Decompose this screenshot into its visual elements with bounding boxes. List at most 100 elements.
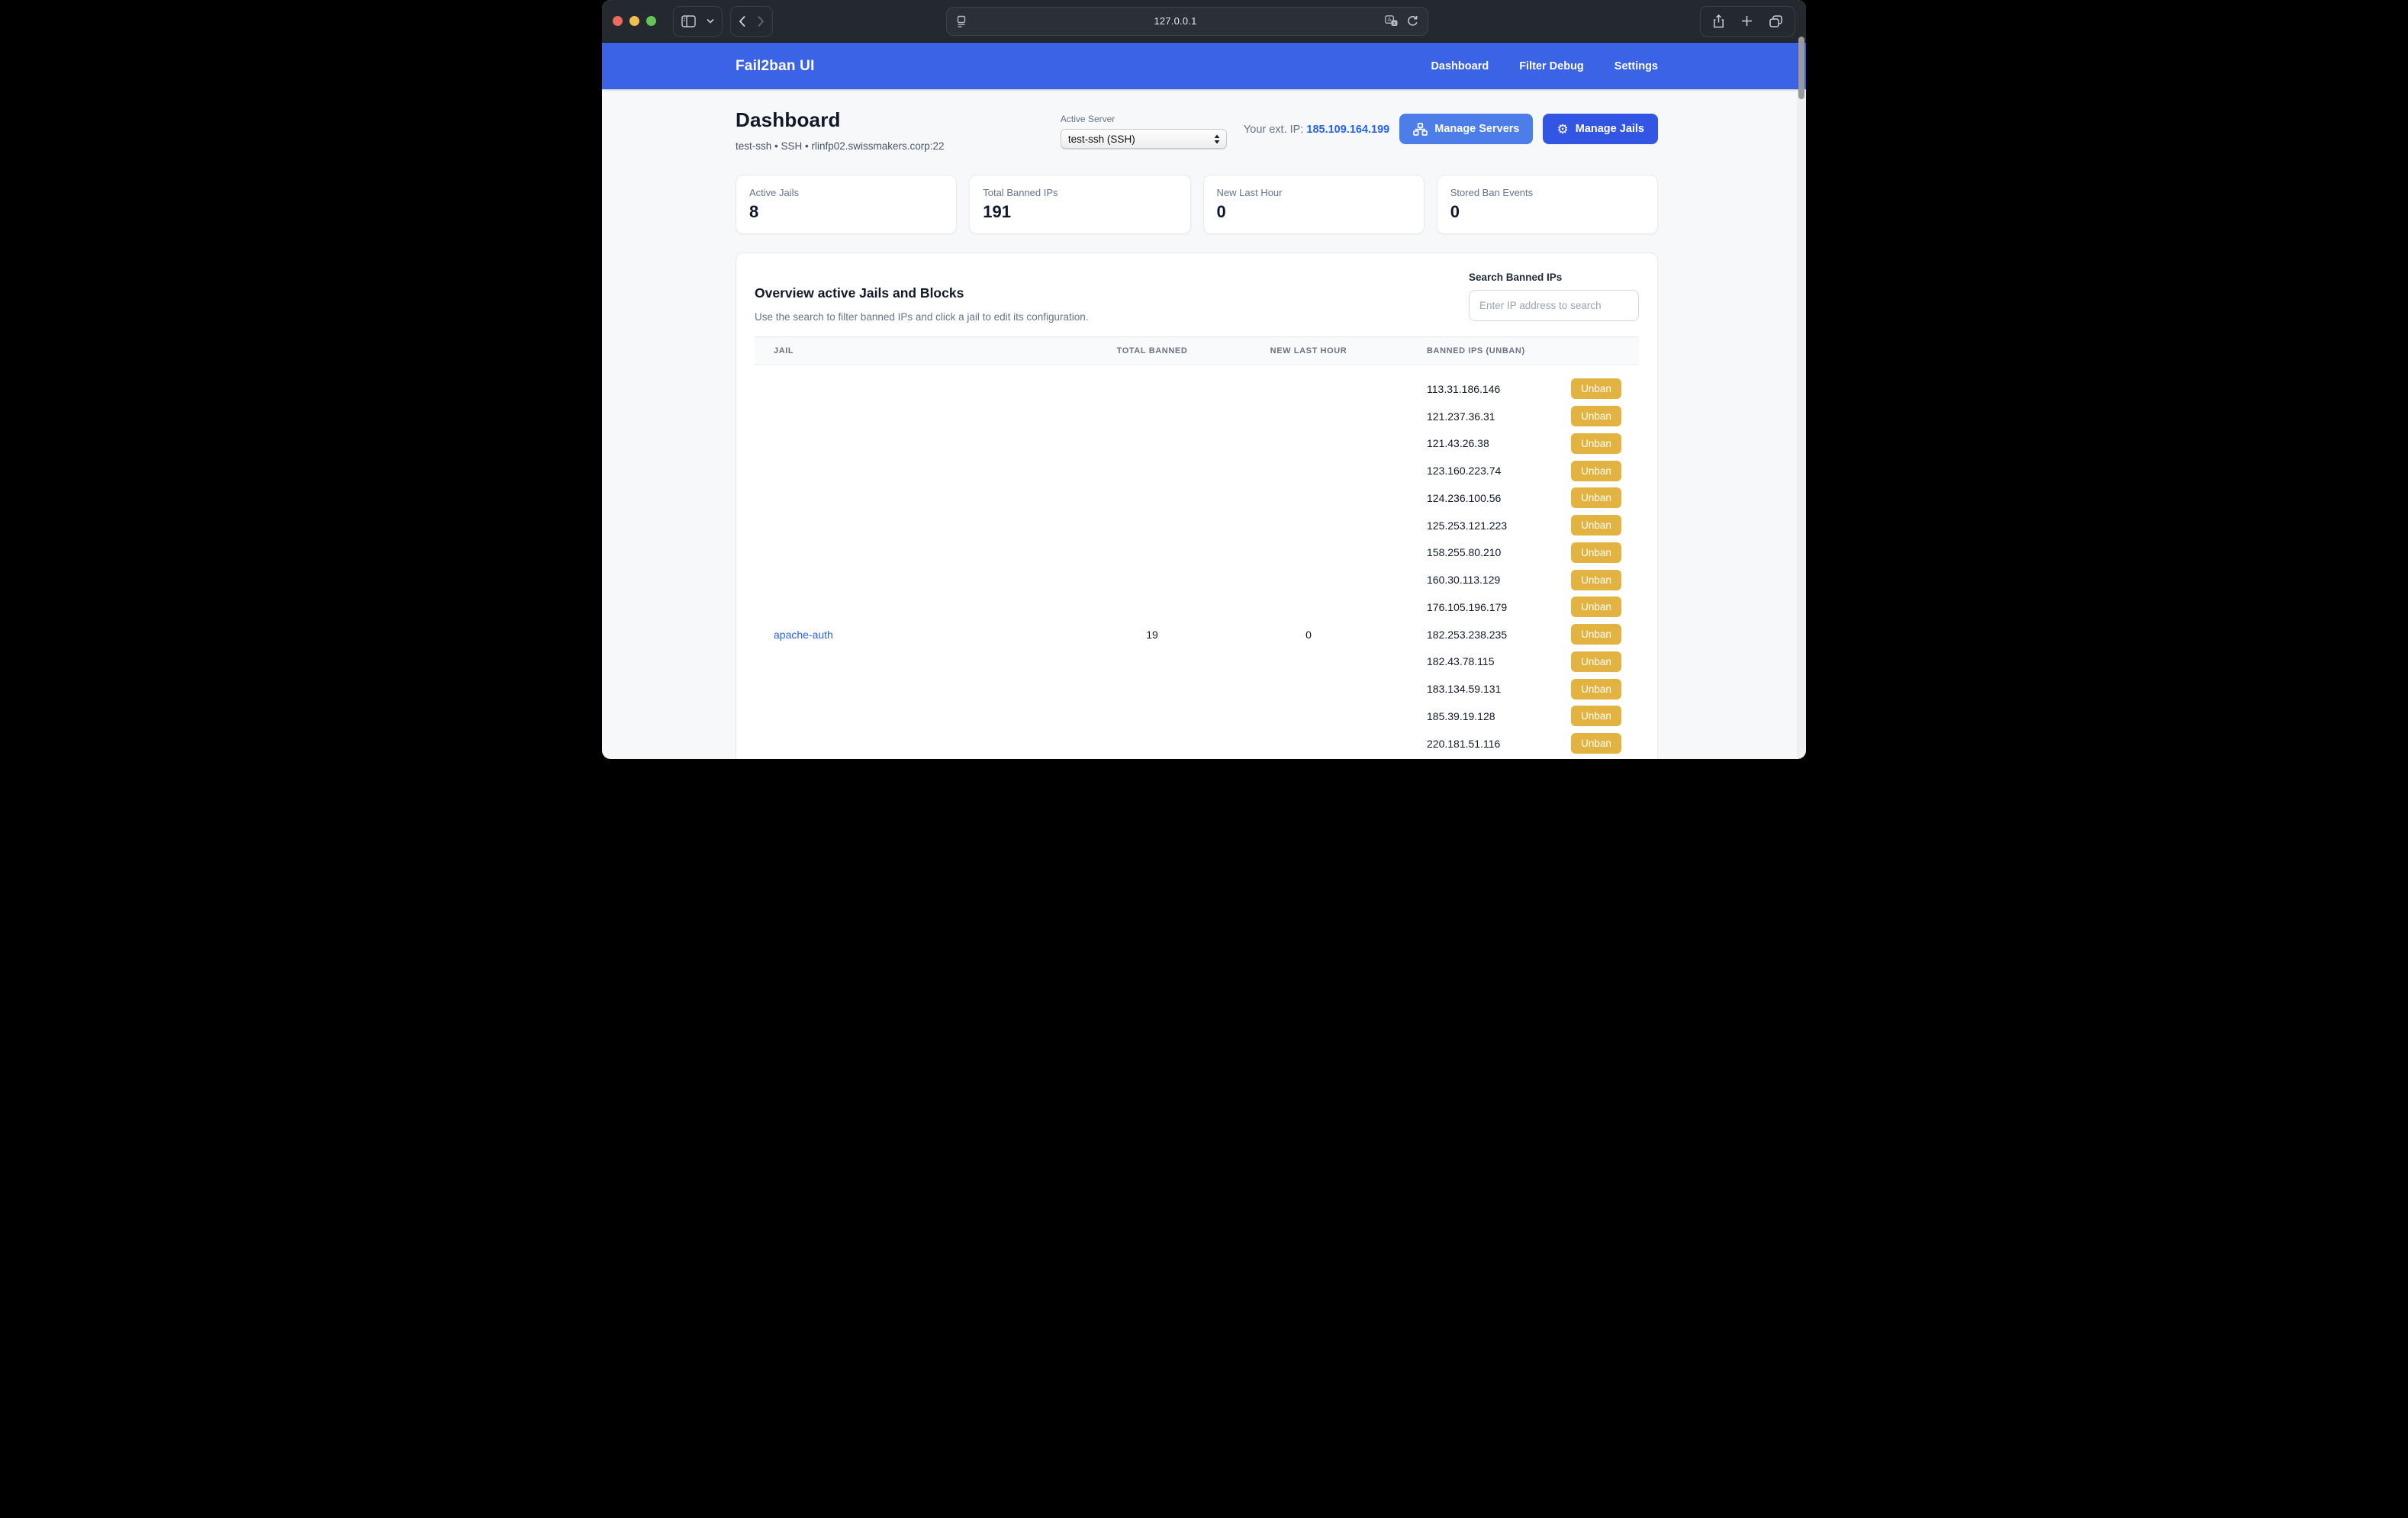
stat-value: 191 (983, 202, 1177, 222)
sitemap-icon (1413, 123, 1428, 136)
banned-ip-address: 124.236.100.56 (1427, 492, 1571, 504)
app-navbar: Fail2ban UI Dashboard Filter Debug Setti… (602, 43, 1806, 89)
banned-ip-row: 182.43.78.115 Unban (1427, 648, 1621, 676)
banned-ip-address: 121.237.36.31 (1427, 410, 1571, 423)
unban-button[interactable]: Unban (1571, 433, 1621, 454)
unban-button[interactable]: Unban (1571, 679, 1621, 700)
unban-button[interactable]: Unban (1571, 706, 1621, 726)
external-ip-label: Your ext. IP: (1244, 124, 1303, 136)
browser-window: 127.0.0.1 A x (602, 0, 1806, 759)
banned-ip-row: 182.253.238.235 Unban (1427, 621, 1621, 648)
sidebar-button-group (673, 6, 723, 37)
app-brand[interactable]: Fail2ban UI (736, 58, 815, 75)
stat-card: New Last Hour 0 (1203, 175, 1425, 234)
manage-servers-button[interactable]: Manage Servers (1399, 114, 1533, 144)
zoom-window-button[interactable] (646, 16, 656, 26)
col-total-banned: Total Banned (1076, 346, 1228, 355)
nav-links: Dashboard Filter Debug Settings (1431, 60, 1658, 72)
banned-ip-row: 121.237.36.31 Unban (1427, 403, 1621, 430)
unban-button[interactable]: Unban (1571, 515, 1621, 535)
active-server-select[interactable]: test-ssh (SSH) (1061, 129, 1227, 149)
table-header: Jail Total Banned New Last Hour Banned I… (755, 336, 1639, 365)
active-server-label: Active Server (1061, 114, 1227, 124)
unban-button[interactable]: Unban (1571, 651, 1621, 672)
unban-button[interactable]: Unban (1571, 487, 1621, 508)
banned-ip-row: 113.31.186.146 Unban (1427, 375, 1621, 403)
manage-jails-button[interactable]: ⚙ Manage Jails (1543, 114, 1658, 144)
close-window-button[interactable] (613, 16, 623, 26)
unban-button[interactable]: Unban (1571, 624, 1621, 645)
nav-link-filter-debug[interactable]: Filter Debug (1519, 60, 1584, 72)
minimize-window-button[interactable] (629, 16, 639, 26)
banned-ip-row: 185.39.19.128 Unban (1427, 703, 1621, 730)
stat-label: Active Jails (749, 187, 943, 198)
unban-button[interactable]: Unban (1571, 378, 1621, 399)
banned-ip-address: 185.39.19.128 (1427, 710, 1571, 722)
banned-ip-row: 183.134.59.131 Unban (1427, 675, 1621, 703)
banned-ip-row: 158.255.80.210 Unban (1427, 539, 1621, 567)
history-nav-group (730, 6, 773, 37)
stat-label: Total Banned IPs (983, 187, 1177, 198)
chevron-down-icon[interactable] (707, 18, 714, 24)
page-format-icon[interactable] (956, 15, 967, 27)
banned-ip-address: 123.160.223.74 (1427, 465, 1571, 477)
nav-link-settings[interactable]: Settings (1614, 60, 1658, 72)
stat-value: 0 (1217, 202, 1411, 222)
unban-button[interactable]: Unban (1571, 570, 1621, 590)
reload-icon[interactable] (1407, 15, 1418, 27)
page-header: Dashboard test-ssh • SSH • rlinfp02.swis… (736, 108, 1658, 152)
banned-ip-list: 113.31.186.146 Unban 121.237.36.31 Unban… (1389, 365, 1639, 759)
jail-total-banned: 19 (1076, 365, 1228, 759)
page-title: Dashboard (736, 108, 1061, 132)
unban-button[interactable]: Unban (1571, 597, 1621, 617)
banned-ip-row: 220.181.51.116 Unban (1427, 730, 1621, 757)
scrollbar-track[interactable] (1797, 43, 1806, 759)
gear-icon: ⚙ (1557, 123, 1568, 136)
banned-ip-row: 124.236.100.56 Unban (1427, 484, 1621, 512)
jails-table: Jail Total Banned New Last Hour Banned I… (755, 336, 1639, 759)
translate-icon[interactable]: A x (1385, 15, 1398, 27)
search-label: Search Banned IPs (1469, 272, 1639, 283)
toolbar-right-group (1700, 6, 1795, 37)
stat-card: Total Banned IPs 191 (969, 175, 1190, 234)
banned-ip-row: 125.253.121.223 Unban (1427, 512, 1621, 539)
forward-icon[interactable] (757, 15, 765, 27)
col-jail: Jail (755, 346, 1076, 355)
col-new-last-hour: New Last Hour (1228, 346, 1389, 355)
search-input[interactable] (1469, 290, 1639, 321)
stat-label: Stored Ban Events (1450, 187, 1644, 198)
stat-value: 0 (1450, 202, 1644, 222)
sidebar-icon[interactable] (681, 15, 696, 27)
jail-link[interactable]: apache-auth (774, 629, 833, 641)
external-ip-value[interactable]: 185.109.164.199 (1306, 124, 1389, 136)
banned-ip-address: 176.105.196.179 (1427, 601, 1571, 613)
svg-text:x: x (1393, 21, 1396, 26)
stat-cards: Active Jails 8 Total Banned IPs 191 New … (736, 175, 1658, 234)
scrollbar-thumb[interactable] (1798, 37, 1804, 99)
banned-ip-address: 158.255.80.210 (1427, 546, 1571, 558)
overview-title: Overview active Jails and Blocks (755, 285, 1088, 301)
unban-button[interactable]: Unban (1571, 542, 1621, 563)
external-ip: Your ext. IP:185.109.164.199 (1244, 124, 1389, 136)
banned-ip-row: 160.30.113.129 Unban (1427, 566, 1621, 593)
table-row: apache-auth 19 0 113.31.186.146 Unban 12… (755, 365, 1639, 759)
banned-ip-row: 123.160.223.74 Unban (1427, 457, 1621, 484)
url-text[interactable]: 127.0.0.1 (967, 15, 1385, 27)
stat-label: New Last Hour (1217, 187, 1411, 198)
share-icon[interactable] (1713, 14, 1724, 28)
unban-button[interactable]: Unban (1571, 733, 1621, 754)
unban-button[interactable]: Unban (1571, 406, 1621, 426)
new-tab-icon[interactable] (1741, 15, 1753, 27)
search-block: Search Banned IPs (1469, 272, 1639, 321)
jail-new-last-hour: 0 (1228, 365, 1389, 759)
back-icon[interactable] (739, 15, 746, 27)
banned-ip-address: 113.31.186.146 (1427, 383, 1571, 395)
active-server-block: Active Server test-ssh (SSH) (1061, 114, 1227, 149)
unban-button[interactable]: Unban (1571, 461, 1621, 481)
traffic-lights (613, 16, 656, 26)
tab-overview-icon[interactable] (1769, 15, 1782, 27)
banned-ip-address: 182.253.238.235 (1427, 629, 1571, 641)
address-bar[interactable]: 127.0.0.1 A x (946, 7, 1428, 36)
banned-ip-address: 125.253.121.223 (1427, 519, 1571, 532)
nav-link-dashboard[interactable]: Dashboard (1431, 60, 1489, 72)
